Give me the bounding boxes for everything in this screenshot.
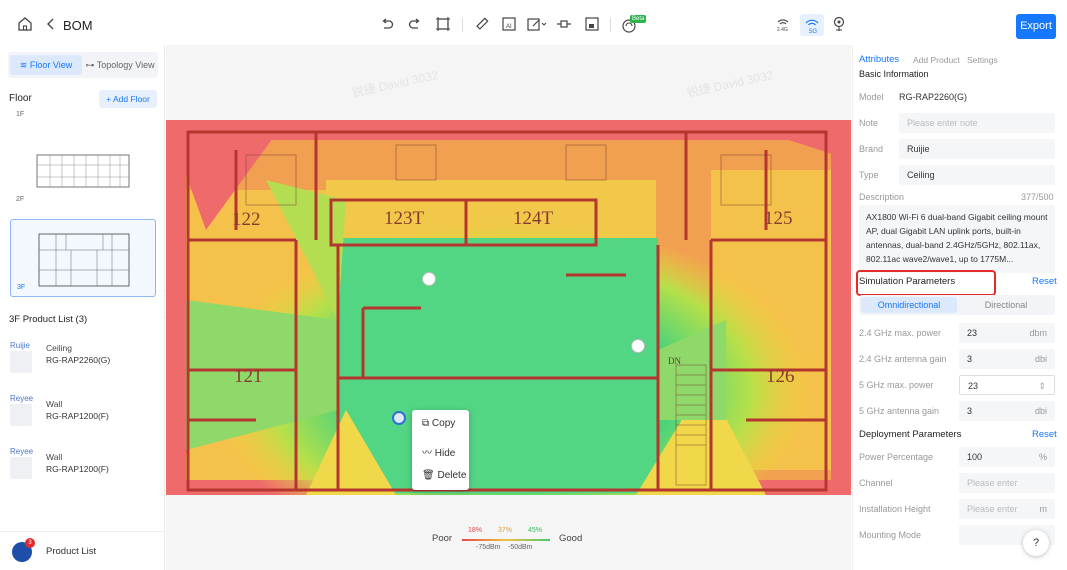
context-menu: ⧉ Copy 〰 Hide 🗑 Delete xyxy=(412,410,469,490)
basic-info-heading: Basic Information xyxy=(859,69,929,79)
note-input[interactable]: Please enter note xyxy=(899,113,1055,133)
svg-text:125: 125 xyxy=(764,208,793,229)
band-5g-icon: 5G xyxy=(805,19,819,35)
floor-plan-thumbnail xyxy=(36,154,130,188)
gain-5g-input[interactable]: 3 dbi xyxy=(959,401,1055,421)
gain-24-input[interactable]: 3 dbi xyxy=(959,349,1055,369)
list-item[interactable]: Reyee Wall RG-RAP1200(F) xyxy=(10,394,160,434)
ap-image xyxy=(10,351,32,373)
signal-legend-bar xyxy=(462,539,550,541)
floor-label: Floor xyxy=(9,93,32,104)
hide-menu-item[interactable]: 〰 Hide xyxy=(422,444,455,459)
delete-menu-item[interactable]: 🗑 Delete xyxy=(422,470,466,481)
home-icon[interactable] xyxy=(16,16,34,34)
desc-counter: 377/500 xyxy=(1021,192,1054,202)
eye-off-icon: 〰 xyxy=(422,448,432,459)
sim-reset-link[interactable]: Reset xyxy=(1032,276,1057,287)
svg-text:5G: 5G xyxy=(809,29,817,35)
tab-topology-view[interactable]: ⊶ Topology View xyxy=(84,55,156,75)
access-point-marker[interactable] xyxy=(422,272,436,286)
legend-poor: Poor xyxy=(432,533,453,544)
draw-wall-icon[interactable] xyxy=(526,16,548,34)
svg-text:126: 126 xyxy=(766,366,795,387)
crop-icon[interactable] xyxy=(434,16,452,34)
trash-icon: 🗑 xyxy=(422,470,435,481)
svg-text:122: 122 xyxy=(232,209,261,230)
copy-menu-item[interactable]: ⧉ Copy xyxy=(422,418,455,429)
beta-badge: Beta xyxy=(630,15,647,23)
ap-image xyxy=(10,404,32,426)
svg-text:121: 121 xyxy=(234,366,263,387)
channel-input[interactable]: Please enter xyxy=(959,473,1055,493)
add-floor-button[interactable]: + Add Floor xyxy=(99,90,157,108)
topology-icon: ⊶ xyxy=(85,60,95,70)
list-item[interactable]: Reyee Wall RG-RAP1200(F) xyxy=(10,447,160,487)
power-5g-input[interactable]: 23 ⇕ xyxy=(959,375,1055,395)
top-toolbar: BOM AI Beta 2.4G 5G Export xyxy=(0,0,1067,50)
band-5g-toggle[interactable]: 5G xyxy=(800,14,824,36)
power-24-input[interactable]: 23 dbm xyxy=(959,323,1055,343)
floor-thumb-3f[interactable]: 3F xyxy=(10,219,156,297)
count-badge: 3 xyxy=(25,538,35,548)
ai-wall-icon[interactable]: AI xyxy=(500,16,518,34)
list-item[interactable]: Ruijie Ceiling RG-RAP2260(G) xyxy=(10,341,160,381)
tab-floor-view[interactable]: ≋ Floor View xyxy=(10,55,82,75)
access-point-marker[interactable] xyxy=(631,339,645,353)
floor-canvas[interactable]: 锐捷 David 3032 锐捷 David 3032 122 123T 124… xyxy=(166,45,851,570)
help-button[interactable]: ? xyxy=(1023,530,1049,556)
svg-text:2.4G: 2.4G xyxy=(777,27,788,32)
layers-icon: ≋ xyxy=(19,60,28,70)
power-percentage-input[interactable]: 100% xyxy=(959,447,1055,467)
undo-icon[interactable] xyxy=(378,16,396,34)
tab-directional[interactable]: Directional xyxy=(959,297,1053,313)
product-list-button[interactable]: Product List xyxy=(46,546,96,557)
legend-good: Good xyxy=(559,533,583,544)
view-tabs: ≋ Floor View ⊶ Topology View xyxy=(8,52,158,78)
simulation-params-heading: Simulation Parameters xyxy=(859,276,956,287)
page-title: BOM xyxy=(63,18,93,33)
deployment-params-heading: Deployment Parameters xyxy=(859,429,962,440)
floor-plan-thumbnail xyxy=(38,233,130,287)
door-icon[interactable] xyxy=(555,16,573,34)
svg-text:DN: DN xyxy=(668,356,681,366)
right-panel: Attributes Add Product Settings Basic In… xyxy=(852,45,1067,570)
svg-text:AI: AI xyxy=(506,24,512,30)
brand-field[interactable]: Ruijie xyxy=(899,139,1055,159)
tab-settings[interactable]: Settings xyxy=(967,55,998,65)
access-point-marker-selected[interactable] xyxy=(392,411,406,425)
tab-attributes[interactable]: Attributes xyxy=(859,54,899,65)
ruler-icon[interactable] xyxy=(473,16,491,34)
installation-height-input[interactable]: Please enter m xyxy=(959,499,1055,519)
product-list-title: 3F Product List (3) xyxy=(9,314,88,325)
stepper-icon[interactable]: ⇕ xyxy=(1038,376,1046,396)
sim-mode-tabs: Omnidirectional Directional xyxy=(859,295,1055,315)
model-value: RG-RAP2260(G) xyxy=(899,92,968,102)
floor-1f-label[interactable]: 1F xyxy=(16,111,24,118)
left-panel: ≋ Floor View ⊶ Topology View Floor + Add… xyxy=(0,45,179,570)
heatmap-svg: 122 123T 124T 125 121 126 DN xyxy=(166,120,851,495)
location-icon[interactable] xyxy=(830,16,848,34)
copy-icon: ⧉ xyxy=(422,418,430,429)
heatmap-floor-plan[interactable]: 122 123T 124T 125 121 126 DN xyxy=(166,120,851,495)
svg-text:123T: 123T xyxy=(384,208,425,229)
ap-image xyxy=(10,457,32,479)
type-field[interactable]: Ceiling xyxy=(899,165,1055,185)
tab-add-product[interactable]: Add Product xyxy=(913,55,960,65)
deploy-reset-link[interactable]: Reset xyxy=(1032,429,1057,440)
tab-omnidirectional[interactable]: Omnidirectional xyxy=(861,297,957,313)
floor-thumb-2f[interactable]: 2F xyxy=(10,125,156,205)
export-button[interactable]: Export xyxy=(1016,14,1056,39)
svg-text:124T: 124T xyxy=(513,208,554,229)
description-textarea[interactable]: AX1800 Wi-Fi 6 dual-band Gigabit ceiling… xyxy=(859,205,1055,273)
band-2g-icon[interactable]: 2.4G xyxy=(775,16,791,34)
redo-icon[interactable] xyxy=(406,16,424,34)
back-icon[interactable] xyxy=(42,16,60,34)
obstacle-icon[interactable] xyxy=(583,16,601,34)
